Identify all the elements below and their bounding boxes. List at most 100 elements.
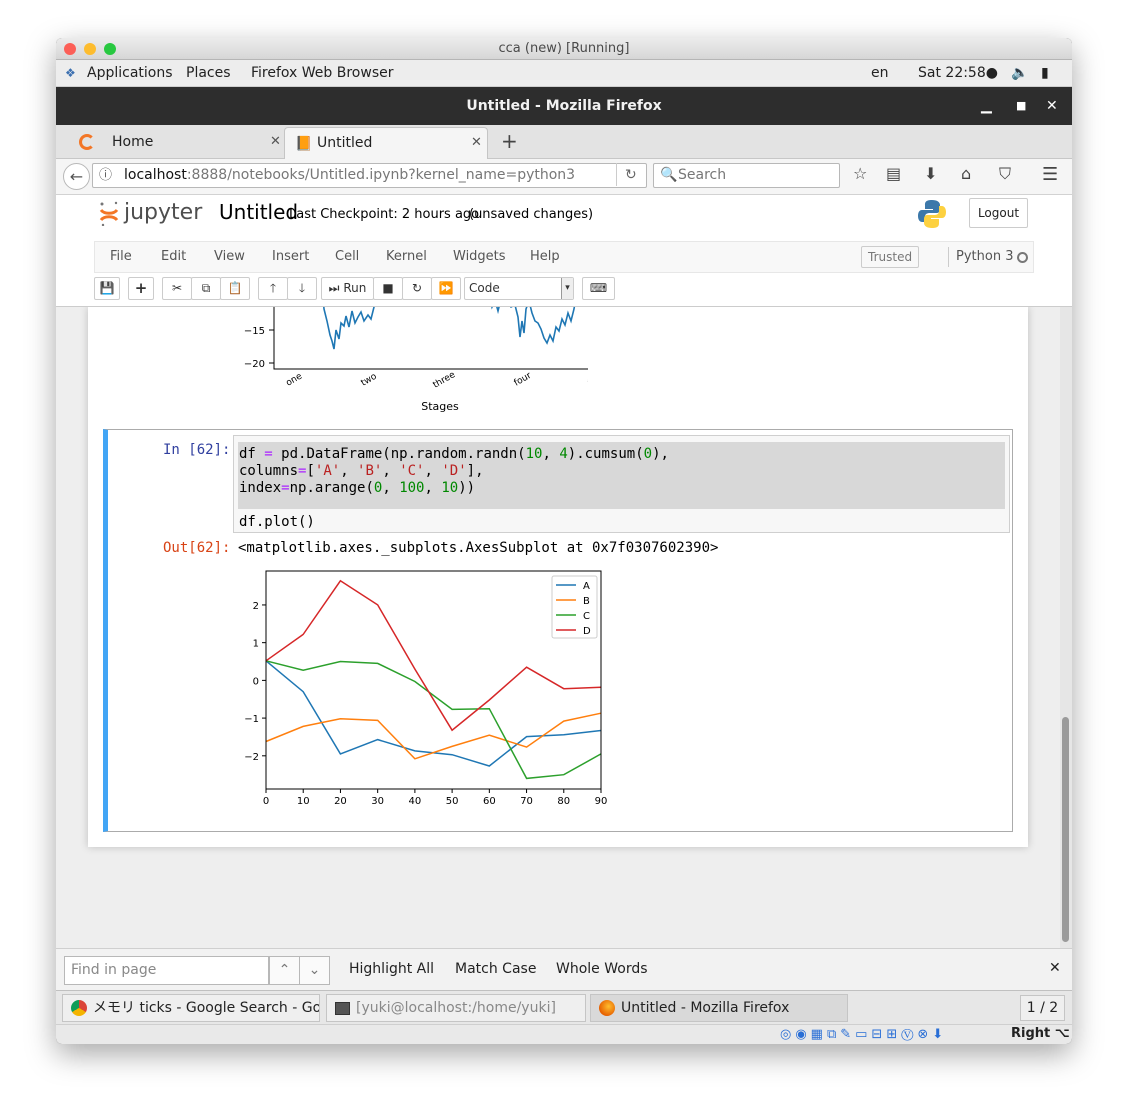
copy-icon[interactable]: ⧉ [191,277,221,300]
home-icon[interactable]: ⌂ [961,164,971,183]
find-next-icon[interactable]: ⌄ [299,956,330,985]
match-case-toggle[interactable]: Match Case [455,961,536,977]
tab-bar: Home ✕ 📙 Untitled ✕ + [56,125,1072,159]
paste-icon[interactable]: 📋 [220,277,250,300]
menu-file[interactable]: File [110,242,132,272]
tab-untitled[interactable]: 📙 Untitled ✕ [284,127,488,159]
code-token: pd.DataFrame(np.random.randn( [272,446,526,462]
menu-cell[interactable]: Cell [335,242,359,272]
code-token: ), [652,446,669,462]
notebook-favicon-icon: 📙 [295,136,313,152]
tab-label: Untitled [317,135,373,151]
nav-bar: ← ⓘ localhost:8888/notebooks/Untitled.ip… [56,159,1072,195]
close-window-button[interactable] [64,43,76,55]
keyboard-icon[interactable]: ⌨ [582,277,615,300]
reload-icon[interactable]: ↻ [625,164,637,187]
applications-menu[interactable]: Applications [87,60,173,87]
reading-list-icon[interactable]: ▤ [886,164,901,183]
cell-type-value: Code [469,281,500,295]
back-icon[interactable]: ← [63,163,90,190]
x-tick-label: 30 [371,796,384,807]
menu-kernel[interactable]: Kernel [386,242,427,272]
language-indicator[interactable]: en [871,60,889,87]
zoom-window-button[interactable] [104,43,116,55]
workspace-pager[interactable]: 1 / 2 [1020,995,1065,1021]
find-placeholder: Find in page [71,962,157,978]
task-label: [yuki@localhost:/home/yuki] [356,1000,556,1016]
x-tick-label: 90 [595,796,608,807]
minimize-window-button[interactable] [84,43,96,55]
cell-type-select[interactable]: Code ▾ [464,277,574,300]
highlight-all-toggle[interactable]: Highlight All [349,961,434,977]
battery-icon[interactable]: ▮ [1041,60,1049,87]
hamburger-menu-icon[interactable]: ☰ [1042,164,1058,185]
interrupt-icon[interactable]: ■ [373,277,403,300]
task-firefox[interactable]: Untitled - Mozilla Firefox [590,994,848,1022]
code-token: , [382,480,400,496]
code-editor[interactable]: df = pd.DataFrame(np.random.randn(10, 4)… [233,435,1010,533]
close-find-bar-icon[interactable]: ✕ [1049,960,1061,976]
tab-close-icon[interactable]: ✕ [471,128,482,158]
move-down-icon[interactable]: 🡓 [287,277,317,300]
menu-view[interactable]: View [214,242,245,272]
search-icon: 🔍 [660,167,678,183]
save-icon[interactable]: 💾 [94,277,120,300]
restart-run-all-icon[interactable]: ⏩ [431,277,461,300]
jupyter-favicon-icon [79,134,95,150]
menu-help[interactable]: Help [530,242,560,272]
task-chrome[interactable]: メモリ ticks - Google Search - Goo... [62,994,320,1022]
new-tab-icon[interactable]: + [501,129,518,153]
scrollbar-thumb[interactable] [1062,717,1069,942]
notebook-name[interactable]: Untitled [219,200,298,224]
insert-cell-icon[interactable]: + [128,277,154,300]
logout-button[interactable]: Logout [969,198,1028,228]
clock[interactable]: Sat 22:58● [918,60,998,87]
tab-label: Home [112,134,154,150]
jupyter-header: jupyter Untitled Last Checkpoint: 2 hour… [56,195,1072,307]
code-token: = [281,480,290,496]
tab-close-icon[interactable]: ✕ [270,127,281,157]
task-terminal[interactable]: [yuki@localhost:/home/yuki] [326,994,586,1022]
cut-icon[interactable]: ✂ [162,277,192,300]
tab-home[interactable]: Home ✕ [66,127,284,159]
vbox-device-icons[interactable]: ◎◉▦⧉✎▭⊟⊞Ⓥ⊗⬇ [780,1027,947,1042]
downloads-icon[interactable]: ⬇ [924,164,937,183]
chevron-down-icon: ▾ [561,278,573,299]
move-up-icon[interactable]: 🡑 [258,277,288,300]
search-placeholder: Search [678,167,727,183]
page-scrollbar[interactable] [1060,307,1072,948]
menu-insert[interactable]: Insert [272,242,309,272]
trusted-badge[interactable]: Trusted [861,246,920,268]
volume-icon[interactable]: 🔈 [1011,60,1028,87]
code-line: df = pd.DataFrame(np.random.randn(10, 4)… [239,446,669,462]
x-tick-label: 40 [409,796,422,807]
maximize-icon[interactable]: ■ [1016,87,1026,125]
menu-widgets[interactable]: Widgets [453,242,506,272]
vm-window: cca (new) [Running] ❖ Applications Place… [56,38,1072,1044]
host-key-label: Right ⌥ [1011,1026,1070,1041]
code-token: df [239,446,265,462]
window-list: メモリ ticks - Google Search - Goo... [yuki… [56,990,1072,1024]
code-cell[interactable]: In [62]: df = pd.DataFrame(np.random.ran… [103,429,1013,832]
restart-icon[interactable]: ↻ [402,277,432,300]
kernel-idle-indicator-icon [1017,252,1028,263]
close-icon[interactable]: ✕ [1046,87,1058,125]
url-bar[interactable]: ⓘ localhost:8888/notebooks/Untitled.ipyn… [92,163,647,188]
active-app-menu[interactable]: Firefox Web Browser [251,60,394,87]
site-info-icon[interactable]: ⓘ [99,164,112,187]
code-token: )) [458,480,476,496]
previous-xtick-label: one [285,371,305,388]
bookmark-star-icon[interactable]: ☆ [853,164,867,183]
y-tick-label: −2 [244,752,259,763]
find-previous-icon[interactable]: ⌃ [269,956,300,985]
menu-edit[interactable]: Edit [161,242,186,272]
whole-words-toggle[interactable]: Whole Words [556,961,648,977]
minimize-icon[interactable]: ▁ [981,87,992,125]
find-input[interactable]: Find in page [64,956,269,985]
jupyter-logo-text[interactable]: jupyter [124,200,202,225]
legend-label-D: D [583,626,591,637]
places-menu[interactable]: Places [186,60,231,87]
pocket-icon[interactable]: ⛉ [999,164,1011,184]
run-button[interactable]: ⏭ Run [321,277,374,300]
search-bar[interactable]: 🔍 Search [653,163,840,188]
